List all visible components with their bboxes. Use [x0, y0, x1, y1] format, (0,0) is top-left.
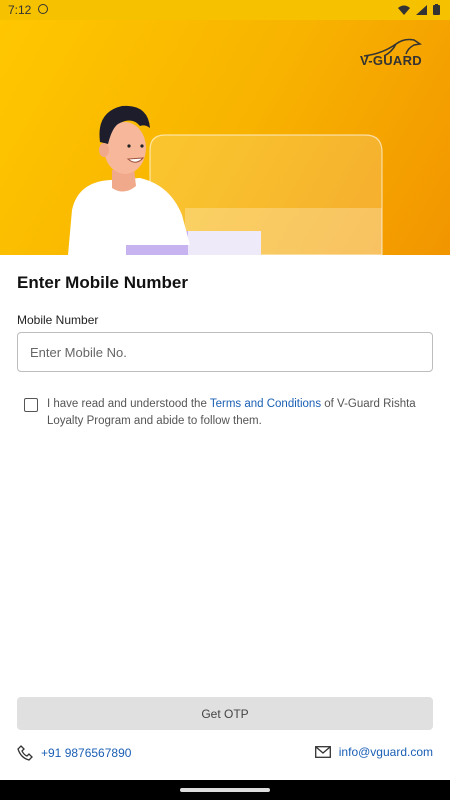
signal-icon [416, 4, 427, 15]
battery-icon [433, 4, 440, 15]
terms-and-conditions-link[interactable]: Terms and Conditions [210, 398, 321, 410]
terms-row: I have read and understood the Terms and… [24, 396, 424, 430]
email-address[interactable]: info@vguard.com [339, 745, 433, 759]
mobile-number-input[interactable] [17, 332, 433, 372]
status-time: 7:12 [8, 3, 32, 17]
vguard-logo: V-GUARD [360, 38, 422, 69]
terms-checkbox[interactable] [24, 398, 38, 412]
home-indicator[interactable] [180, 788, 270, 792]
terms-text: I have read and understood the Terms and… [47, 396, 424, 430]
mail-icon [314, 746, 331, 758]
kangaroo-icon [363, 38, 422, 57]
email-contact[interactable]: info@vguard.com [314, 745, 433, 759]
phone-icon [17, 745, 33, 761]
navigation-bar [0, 780, 450, 800]
terms-prefix: I have read and understood the [47, 398, 210, 410]
contact-footer: +91 9876567890 info@vguard.com [0, 745, 450, 765]
phone-contact[interactable]: +91 9876567890 [17, 745, 131, 761]
hero-banner: V-GUARD [0, 20, 450, 255]
app-notification-icon [38, 4, 48, 14]
wifi-icon [398, 5, 410, 15]
get-otp-button[interactable]: Get OTP [17, 697, 433, 730]
status-icons [398, 4, 440, 15]
page-title: Enter Mobile Number [17, 273, 188, 292]
status-bar: 7:12 [0, 0, 450, 20]
phone-number[interactable]: +91 9876567890 [41, 746, 131, 760]
mobile-number-label: Mobile Number [17, 313, 99, 327]
